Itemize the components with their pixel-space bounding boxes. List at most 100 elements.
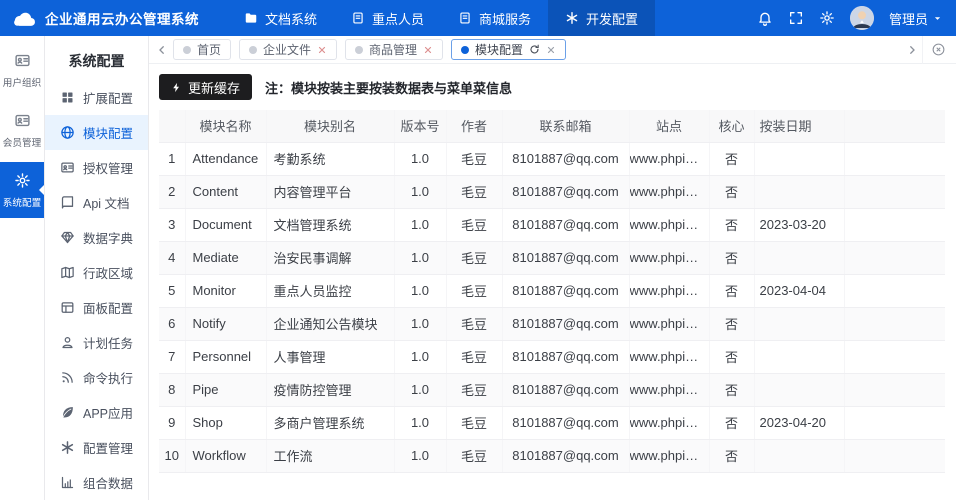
cell-core: 否 bbox=[709, 241, 755, 275]
cell-version: 1.0 bbox=[394, 175, 447, 209]
tab-label: 首页 bbox=[197, 43, 222, 57]
tab-status-dot bbox=[183, 45, 191, 54]
topnav-item[interactable]: 开发配置 bbox=[548, 0, 656, 36]
table-row: 2 Content 内容管理平台 1.0 毛豆 8101887@qq.com www.php… bbox=[159, 175, 945, 209]
refresh-icon[interactable] bbox=[529, 44, 540, 55]
sidebar-item[interactable]: 组合数据 bbox=[45, 465, 148, 500]
settings-icon[interactable] bbox=[819, 10, 835, 26]
app-logo: 企业通用云办公管理系统 bbox=[0, 0, 203, 36]
avatar[interactable] bbox=[849, 6, 874, 30]
book-icon bbox=[60, 195, 75, 210]
sidebar-item[interactable]: 计划任务 bbox=[45, 325, 148, 360]
tabbar: 首页 企业文件 商品管理 模块配置 bbox=[149, 35, 956, 64]
tab[interactable]: 企业文件 bbox=[239, 39, 338, 60]
cell-author: 毛豆 bbox=[446, 274, 503, 308]
cell-install_date: 2023-04-04 bbox=[754, 274, 845, 308]
table-row: 3 Document 文档管理系统 1.0 毛豆 8101887@qq.com www.ph… bbox=[159, 208, 945, 242]
cell-alias: 企业通知公告模块 bbox=[266, 307, 395, 341]
topnav-item[interactable]: 重点人员 bbox=[334, 0, 441, 36]
primary-rail: 用户组织会员管理系统配置 bbox=[0, 36, 45, 500]
cell-alias: 工作流 bbox=[266, 439, 395, 473]
cell-index: 6 bbox=[159, 307, 186, 341]
column-header: 按装日期 bbox=[754, 110, 845, 143]
cell-core: 否 bbox=[709, 175, 755, 209]
table-header-row: 模块名称 模块别名 版本号 作者 联系邮箱 站点 核心 按装日期 bbox=[159, 110, 945, 143]
cell-alias: 考勤系统 bbox=[266, 142, 395, 176]
close-all-tabs-icon[interactable] bbox=[922, 35, 954, 64]
tab[interactable]: 商品管理 bbox=[345, 39, 444, 60]
cell-email: 8101887@qq.com bbox=[502, 406, 630, 440]
table-row: 7 Personnel 人事管理 1.0 毛豆 8101887@qq.com www.php… bbox=[159, 340, 945, 374]
cell-index: 3 bbox=[159, 208, 186, 242]
sidebar-item[interactable]: 授权管理 bbox=[45, 150, 148, 185]
column-header: 核心 bbox=[709, 110, 755, 143]
sidebar-item[interactable]: Api 文档 bbox=[45, 185, 148, 220]
rail-item[interactable]: 会员管理 bbox=[0, 102, 44, 158]
cell-version: 1.0 bbox=[394, 274, 447, 308]
main-layout: 用户组织 会员管理 系统配置 系统配置 扩展配置 模块配置 授权管理 Api 文档 数据字典… bbox=[0, 35, 956, 500]
column-header: 站点 bbox=[629, 110, 710, 143]
cell-email: 8101887@qq.com bbox=[502, 340, 630, 374]
cell-filler bbox=[844, 373, 945, 407]
cell-alias: 重点人员监控 bbox=[266, 274, 395, 308]
sidebar-item[interactable]: 扩展配置 bbox=[45, 80, 148, 115]
cell-author: 毛豆 bbox=[446, 406, 503, 440]
sidebar-item[interactable]: 配置管理 bbox=[45, 430, 148, 465]
sidebar-item-label: Api 文档 bbox=[83, 197, 130, 211]
sidebar-item[interactable]: 行政区域 bbox=[45, 255, 148, 290]
user-menu[interactable]: 管理员 bbox=[889, 9, 942, 28]
module-note: 注：模块按装主要按装数据表与菜单菜信息 bbox=[265, 80, 513, 96]
sidebar: 系统配置 扩展配置 模块配置 授权管理 Api 文档数据字典 行政区域 面板配置计划任务命… bbox=[45, 36, 149, 500]
cell-site: www.phpim.cn bbox=[629, 274, 710, 308]
cell-site: www.phpim.cn bbox=[629, 175, 710, 209]
update-cache-button[interactable]: 更新缓存 bbox=[159, 74, 253, 100]
asterisk-icon bbox=[565, 11, 579, 25]
sidebar-item-label: 计划任务 bbox=[83, 337, 134, 351]
column-header: 版本号 bbox=[394, 110, 447, 143]
close-icon[interactable] bbox=[546, 45, 556, 55]
topnav-item-label: 文档系统 bbox=[265, 11, 318, 27]
tabs-scroll-left-icon[interactable] bbox=[151, 36, 172, 64]
topnav-item[interactable]: 商城服务 bbox=[441, 0, 548, 36]
rail-item-label: 会员管理 bbox=[2, 138, 42, 149]
tab-label: 模块配置 bbox=[475, 43, 524, 57]
tab-status-dot bbox=[461, 45, 470, 54]
sidebar-item[interactable]: 命令执行 bbox=[45, 360, 148, 395]
bell-icon[interactable] bbox=[757, 10, 773, 26]
sidebar-item[interactable]: 面板配置 bbox=[45, 290, 148, 325]
close-icon[interactable] bbox=[317, 45, 327, 55]
sidebar-item[interactable]: 数据字典 bbox=[45, 220, 148, 255]
cell-name: Personnel bbox=[185, 340, 267, 374]
rail-item[interactable]: 用户组织 bbox=[0, 42, 44, 98]
main-panel: 首页 企业文件 商品管理 模块配置 更新缓存 注：模块按装主要按装数据表与菜单菜信息 … bbox=[149, 35, 956, 500]
rail-item[interactable]: 系统配置 bbox=[0, 162, 44, 218]
topnav-item[interactable]: 文档系统 bbox=[227, 0, 334, 36]
cell-email: 8101887@qq.com bbox=[502, 373, 630, 407]
topnav-item-label: 商城服务 bbox=[479, 11, 532, 27]
cell-filler bbox=[844, 142, 945, 176]
cell-version: 1.0 bbox=[394, 307, 447, 341]
sidebar-title: 系统配置 bbox=[68, 53, 125, 69]
cell-filler bbox=[844, 406, 945, 440]
sidebar-item[interactable]: 模块配置 bbox=[45, 115, 148, 150]
cell-index: 10 bbox=[159, 439, 186, 473]
cell-alias: 内容管理平台 bbox=[266, 175, 395, 209]
sidebar-item[interactable]: APP应用 bbox=[45, 395, 148, 430]
cell-core: 否 bbox=[709, 406, 755, 440]
gem-icon bbox=[60, 230, 75, 245]
rail-item-label: 用户组织 bbox=[2, 78, 42, 89]
fullscreen-icon[interactable] bbox=[788, 10, 804, 26]
tab[interactable]: 首页 bbox=[173, 39, 232, 60]
leaf-icon bbox=[60, 405, 75, 420]
folder-icon bbox=[244, 11, 258, 25]
close-icon[interactable] bbox=[423, 45, 433, 55]
cell-site: www.phpim.cn bbox=[629, 241, 710, 275]
tabs-scroll-right-icon[interactable] bbox=[901, 36, 922, 64]
cell-version: 1.0 bbox=[394, 439, 447, 473]
column-header: 联系邮箱 bbox=[502, 110, 630, 143]
sidebar-menu: 扩展配置 模块配置 授权管理 Api 文档数据字典 行政区域 面板配置计划任务命令执行 AP… bbox=[45, 80, 148, 500]
tab[interactable]: 模块配置 bbox=[451, 39, 567, 60]
globe-icon bbox=[60, 125, 75, 140]
cell-index: 4 bbox=[159, 241, 186, 275]
table-row: 5 Monitor 重点人员监控 1.0 毛豆 8101887@qq.com www.php… bbox=[159, 274, 945, 308]
